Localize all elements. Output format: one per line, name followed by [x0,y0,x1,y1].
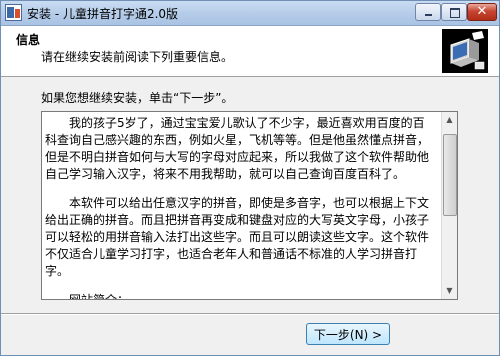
info-paragraph: 我的孩子5岁了，通过宝宝爱儿歌认了不少字，最近喜欢用百度的百科查询自己感兴趣的东… [45,116,430,181]
scroll-up-icon[interactable]: ▲ [442,112,457,128]
wizard-header: 信息 请在继续安装前阅读下列重要信息。 [1,26,499,77]
maximize-icon [450,8,460,18]
info-paragraph: 网站简介： [69,293,130,300]
minimize-icon [425,14,432,16]
page-title: 信息 [16,33,41,47]
footer-divider [1,313,499,315]
info-text-box[interactable]: 我的孩子5岁了，通过宝宝爱儿歌认了不少字，最近喜欢用百度的百科查询自己感兴趣的东… [41,111,458,300]
scroll-down-icon[interactable]: ▼ [442,283,457,299]
next-button[interactable]: 下一步(N) > [306,323,390,345]
minimize-button[interactable] [415,3,441,21]
close-icon: ✕ [476,4,488,19]
title-bar[interactable]: 安装 - 儿童拼音打字通2.0版 ✕ [1,1,499,26]
installer-app-icon[interactable] [5,4,22,21]
computer-setup-logo [442,29,488,73]
app-icon-part [7,7,14,18]
scrollbar-thumb[interactable] [443,134,457,216]
info-text: 我的孩子5岁了，通过宝宝爱儿歌认了不少字，最近喜欢用百度的百科查询自己感兴趣的东… [45,115,435,300]
page-subtitle: 请在继续安装前阅读下列重要信息。 [41,50,234,64]
close-button[interactable]: ✕ [467,3,497,21]
maximize-button[interactable] [441,3,467,21]
vertical-scrollbar[interactable]: ▲ ▼ [441,112,457,299]
installer-window: 安装 - 儿童拼音打字通2.0版 ✕ 信息 请在继续安装前阅读下列重要信息。 如… [0,0,500,356]
info-paragraph: 本软件可以给出任意汉字的拼音，即使是多音字，也可以根据上下文给出正确的拼音。而且… [45,196,430,278]
window-title: 安装 - 儿童拼音打字通2.0版 [27,7,179,21]
continue-prompt: 如果您想继续安装，单击“下一步”。 [41,91,234,105]
app-icon-part [15,9,20,18]
